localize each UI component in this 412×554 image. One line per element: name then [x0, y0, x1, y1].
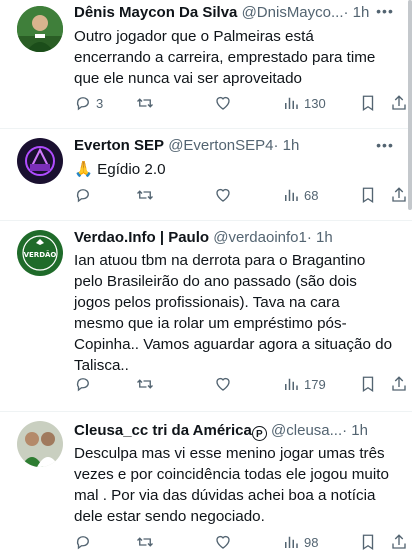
- share-icon: [392, 95, 406, 110]
- view-count: 68: [304, 187, 319, 203]
- heart-icon: [216, 96, 230, 110]
- avatar[interactable]: [17, 6, 63, 52]
- reply-count: 3: [96, 95, 104, 111]
- heart-icon: [216, 535, 230, 549]
- tweet-time[interactable]: · 1h: [342, 422, 368, 439]
- share-button[interactable]: [390, 532, 408, 552]
- views-button[interactable]: 98: [282, 532, 318, 552]
- author-name[interactable]: Everton SEP: [74, 137, 164, 154]
- tweet-header: Cleusa_cc tri da América P @cleusa...· 1h: [74, 420, 398, 442]
- like-button[interactable]: [214, 185, 232, 205]
- scrollbar[interactable]: [408, 0, 412, 210]
- avatar-image: VERDÃO: [17, 230, 63, 276]
- tweet-header: Verdao.Info | Paulo @verdaoinfo1· 1h: [74, 227, 398, 249]
- like-button[interactable]: [214, 532, 232, 552]
- bookmark-icon: [362, 187, 374, 204]
- bookmark-button[interactable]: [359, 93, 377, 113]
- heart-icon: [216, 188, 230, 202]
- share-icon: [392, 376, 406, 391]
- reply-button[interactable]: [74, 532, 92, 552]
- share-icon: [392, 534, 406, 549]
- view-count: 98: [304, 534, 319, 550]
- profile-badge: P: [251, 426, 267, 441]
- share-button[interactable]: [390, 93, 408, 113]
- bookmark-button[interactable]: [359, 185, 377, 205]
- share-button[interactable]: [390, 185, 408, 205]
- share-button[interactable]: [390, 374, 408, 394]
- view-count: 179: [304, 376, 326, 392]
- tweet-text: Desculpa mas vi esse menino jogar umas t…: [74, 445, 389, 525]
- more-icon[interactable]: •••: [376, 138, 394, 156]
- author-handle[interactable]: @cleusa...: [271, 422, 342, 439]
- tweet-header: Everton SEP @EvertonSEP4· 1h: [74, 135, 398, 157]
- reply-button[interactable]: 3: [74, 93, 103, 113]
- tweet[interactable]: Everton SEP @EvertonSEP4· 1h ••• 🙏 Egídi…: [0, 129, 412, 220]
- author-handle[interactable]: @EvertonSEP4: [168, 137, 273, 154]
- avatar-image: [17, 138, 63, 184]
- tweet-header: Dênis Maycon Da Silva @DnisMayco...· 1h: [74, 2, 398, 24]
- share-icon: [392, 187, 406, 202]
- author-name[interactable]: Dênis Maycon Da Silva: [74, 4, 237, 21]
- retweet-icon: [137, 379, 153, 389]
- view-count: 130: [304, 95, 326, 111]
- tweet[interactable]: VERDÃO Verdao.Info | Paulo @verdaoinfo1·…: [0, 221, 412, 411]
- tweet[interactable]: Dênis Maycon Da Silva @DnisMayco...· 1h …: [0, 0, 412, 128]
- reply-icon: [76, 536, 89, 550]
- tweet-actions: 68: [74, 185, 406, 205]
- author-name[interactable]: Verdao.Info | Paulo: [74, 229, 209, 246]
- bookmark-button[interactable]: [359, 374, 377, 394]
- views-icon: [285, 97, 298, 109]
- bookmark-icon: [362, 95, 374, 112]
- bookmark-button[interactable]: [359, 532, 377, 552]
- tweet-time[interactable]: · 1h: [344, 4, 370, 21]
- retweet-button[interactable]: [136, 185, 154, 205]
- views-icon: [285, 378, 298, 390]
- tweet-actions: 179: [74, 374, 406, 394]
- heart-icon: [216, 377, 230, 391]
- author-handle[interactable]: @DnisMayco...: [242, 4, 344, 21]
- reply-button[interactable]: [74, 374, 92, 394]
- author-handle[interactable]: @verdaoinfo1: [213, 229, 307, 246]
- reply-button[interactable]: [74, 185, 92, 205]
- tweet-actions: 3 130: [74, 93, 406, 113]
- bookmark-icon: [362, 376, 374, 393]
- retweet-button[interactable]: [136, 374, 154, 394]
- tweet[interactable]: Cleusa_cc tri da América P @cleusa...· 1h…: [0, 412, 412, 554]
- retweet-icon: [137, 537, 153, 547]
- views-icon: [285, 189, 298, 201]
- like-button[interactable]: [214, 93, 232, 113]
- tweet-time[interactable]: · 1h: [307, 229, 333, 246]
- more-icon[interactable]: •••: [376, 4, 394, 22]
- avatar[interactable]: [17, 421, 63, 467]
- retweet-icon: [137, 98, 153, 108]
- retweet-icon: [137, 190, 153, 200]
- avatar-image: [17, 6, 63, 52]
- bookmark-icon: [362, 534, 374, 551]
- tweet-text: Ian atuou tbm na derrota para o Braganti…: [74, 252, 393, 374]
- avatar[interactable]: VERDÃO: [17, 230, 63, 276]
- views-button[interactable]: 68: [282, 185, 318, 205]
- views-button[interactable]: 130: [282, 93, 326, 113]
- retweet-button[interactable]: [136, 532, 154, 552]
- svg-text:VERDÃO: VERDÃO: [24, 250, 57, 259]
- author-name[interactable]: Cleusa_cc tri da América: [74, 422, 252, 439]
- tweet-text: 🙏 Egídio 2.0: [74, 161, 166, 178]
- reply-icon: [76, 189, 89, 203]
- retweet-button[interactable]: [136, 93, 154, 113]
- reply-icon: [76, 97, 89, 111]
- tweet-actions: 98: [74, 532, 406, 552]
- views-icon: [285, 536, 298, 548]
- tweet-time[interactable]: · 1h: [273, 137, 299, 154]
- tweet-text: Outro jogador que o Palmeiras está encer…: [74, 28, 376, 87]
- like-button[interactable]: [214, 374, 232, 394]
- avatar[interactable]: [17, 138, 63, 184]
- avatar-image: [17, 421, 63, 467]
- reply-icon: [76, 378, 89, 392]
- views-button[interactable]: 179: [282, 374, 326, 394]
